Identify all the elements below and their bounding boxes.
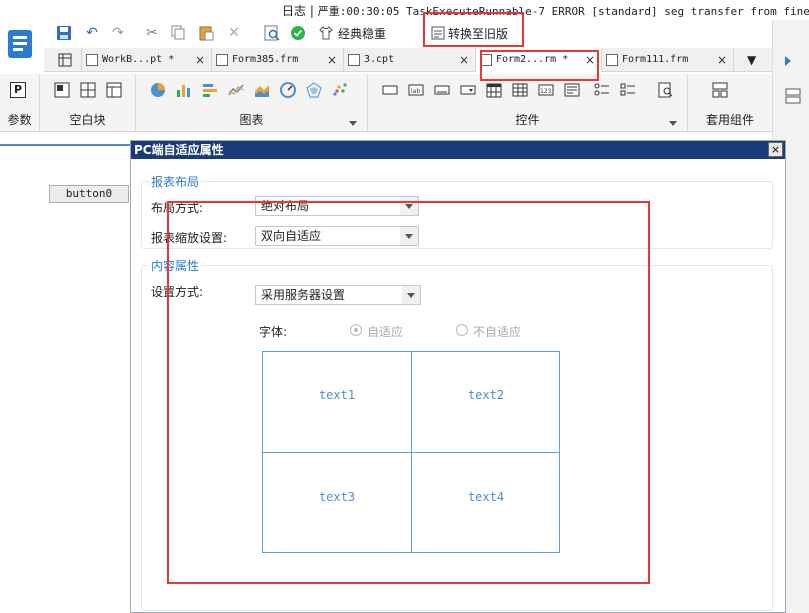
app-logo-icon[interactable] <box>8 30 32 58</box>
ribbon: P 参数 空白块 图表 lab 123 控件 套用组件 <box>0 74 772 132</box>
date-control-icon[interactable] <box>486 82 502 98</box>
radar-chart-icon[interactable] <box>306 82 322 98</box>
chart-group: 图表 <box>136 74 368 132</box>
radio-group-control-icon[interactable] <box>594 82 610 98</box>
tab-label: WorkB...pt * <box>102 54 175 65</box>
undo-icon[interactable]: ↶ <box>84 25 100 41</box>
button-control-icon[interactable] <box>382 82 398 98</box>
param-group: P 参数 <box>0 74 40 132</box>
number-control-icon[interactable]: 123 <box>538 82 554 98</box>
delete-icon[interactable]: ✕ <box>226 25 242 41</box>
component-label: 套用组件 <box>705 113 754 127</box>
close-icon[interactable]: × <box>459 48 469 72</box>
log-separator: | <box>309 4 314 18</box>
area-chart-icon[interactable] <box>254 82 270 98</box>
log-label[interactable]: 日志 <box>282 4 306 18</box>
split-block-icon[interactable] <box>80 82 96 98</box>
layout-section-title: 报表布局 <box>149 173 202 190</box>
save-icon[interactable] <box>56 25 72 41</box>
blank-block-label: 空白块 <box>69 113 106 127</box>
preview-icon[interactable] <box>264 25 280 41</box>
param-icon[interactable]: P <box>10 82 26 98</box>
component-icon[interactable] <box>712 82 728 98</box>
component-group: 套用组件 <box>688 74 772 132</box>
table-control-icon[interactable] <box>512 82 528 98</box>
paste-icon[interactable] <box>198 25 214 41</box>
scatter-chart-icon[interactable] <box>332 82 348 98</box>
app-menu[interactable] <box>0 20 42 84</box>
dropdown-control-icon[interactable] <box>460 82 476 98</box>
bar-chart-icon[interactable] <box>176 82 192 98</box>
tab-label: Form111.frm <box>622 54 689 65</box>
close-icon[interactable]: × <box>327 48 337 72</box>
param-label: 参数 <box>7 113 32 127</box>
dialog-title: PC端自适应属性 <box>131 141 785 159</box>
check-icon[interactable] <box>290 25 306 41</box>
log-text: 日志 | 严重:00:30:05 TaskExecuteRunnable-7 E… <box>282 2 809 19</box>
close-icon[interactable]: × <box>768 142 783 157</box>
close-icon[interactable]: × <box>195 48 205 72</box>
report-file-icon <box>86 54 98 66</box>
form-file-icon <box>216 54 228 66</box>
canvas-ruler <box>0 144 130 146</box>
tab-form111[interactable]: Form111.frm × <box>602 48 734 72</box>
pie-chart-icon[interactable] <box>150 82 166 98</box>
checkbox-group-control-icon[interactable] <box>620 82 636 98</box>
classic-theme-button[interactable]: 经典稳重 <box>338 25 386 42</box>
control-expand-icon[interactable] <box>669 121 677 126</box>
tab-3cpt[interactable]: 3.cpt × <box>344 48 476 72</box>
svg-text:lab: lab <box>411 88 420 95</box>
tab-bar: WorkB...pt * × Form385.frm × 3.cpt × For… <box>44 48 772 72</box>
tab-overflow-icon[interactable]: ▼ <box>734 48 772 72</box>
quick-toolbar: ↶ ↷ ✂ ✕ 经典稳重 转换至旧版 <box>44 20 774 46</box>
tab-label: Form385.frm <box>232 54 299 65</box>
line-chart-icon[interactable] <box>228 82 244 98</box>
chart-expand-icon[interactable] <box>349 121 357 126</box>
tab-form385[interactable]: Form385.frm × <box>212 48 344 72</box>
shirt-icon[interactable] <box>318 25 334 41</box>
copy-icon[interactable] <box>170 25 186 41</box>
button0-widget[interactable]: button0 <box>49 185 129 203</box>
search-control-icon[interactable] <box>658 82 674 98</box>
layout-panel-icon[interactable] <box>785 88 801 107</box>
grid-layout-icon[interactable] <box>44 48 82 72</box>
tab-label: 3.cpt <box>364 54 395 65</box>
control-label: 控件 <box>515 113 540 127</box>
gauge-chart-icon[interactable] <box>280 82 296 98</box>
form-file-icon <box>606 54 618 66</box>
highlight-dialog-content <box>167 201 650 584</box>
horizontal-bar-chart-icon[interactable] <box>202 82 218 98</box>
close-icon[interactable]: × <box>717 48 727 72</box>
report-file-icon <box>348 54 360 66</box>
text-area-control-icon[interactable] <box>564 82 580 98</box>
log-bar: 日志 | 严重:00:30:05 TaskExecuteRunnable-7 E… <box>0 0 809 20</box>
label-control-icon[interactable]: lab <box>408 82 424 98</box>
cut-icon[interactable]: ✂ <box>144 25 160 41</box>
control-group: lab 123 控件 <box>368 74 688 132</box>
expand-panel-icon[interactable] <box>785 56 791 66</box>
chart-label: 图表 <box>239 113 264 127</box>
tab-workbook[interactable]: WorkB...pt * × <box>82 48 212 72</box>
design-canvas[interactable] <box>0 133 130 613</box>
redo-icon[interactable]: ↷ <box>110 25 126 41</box>
blank-group: 空白块 <box>40 74 136 132</box>
svg-text:123: 123 <box>540 88 552 95</box>
absolute-block-icon[interactable] <box>54 82 70 98</box>
highlight-active-tab <box>480 50 599 81</box>
text-field-control-icon[interactable] <box>434 82 450 98</box>
tab-block-icon[interactable] <box>106 82 122 98</box>
highlight-convert-button <box>423 12 524 47</box>
log-message: 严重:00:30:05 TaskExecuteRunnable-7 ERROR … <box>317 5 809 18</box>
